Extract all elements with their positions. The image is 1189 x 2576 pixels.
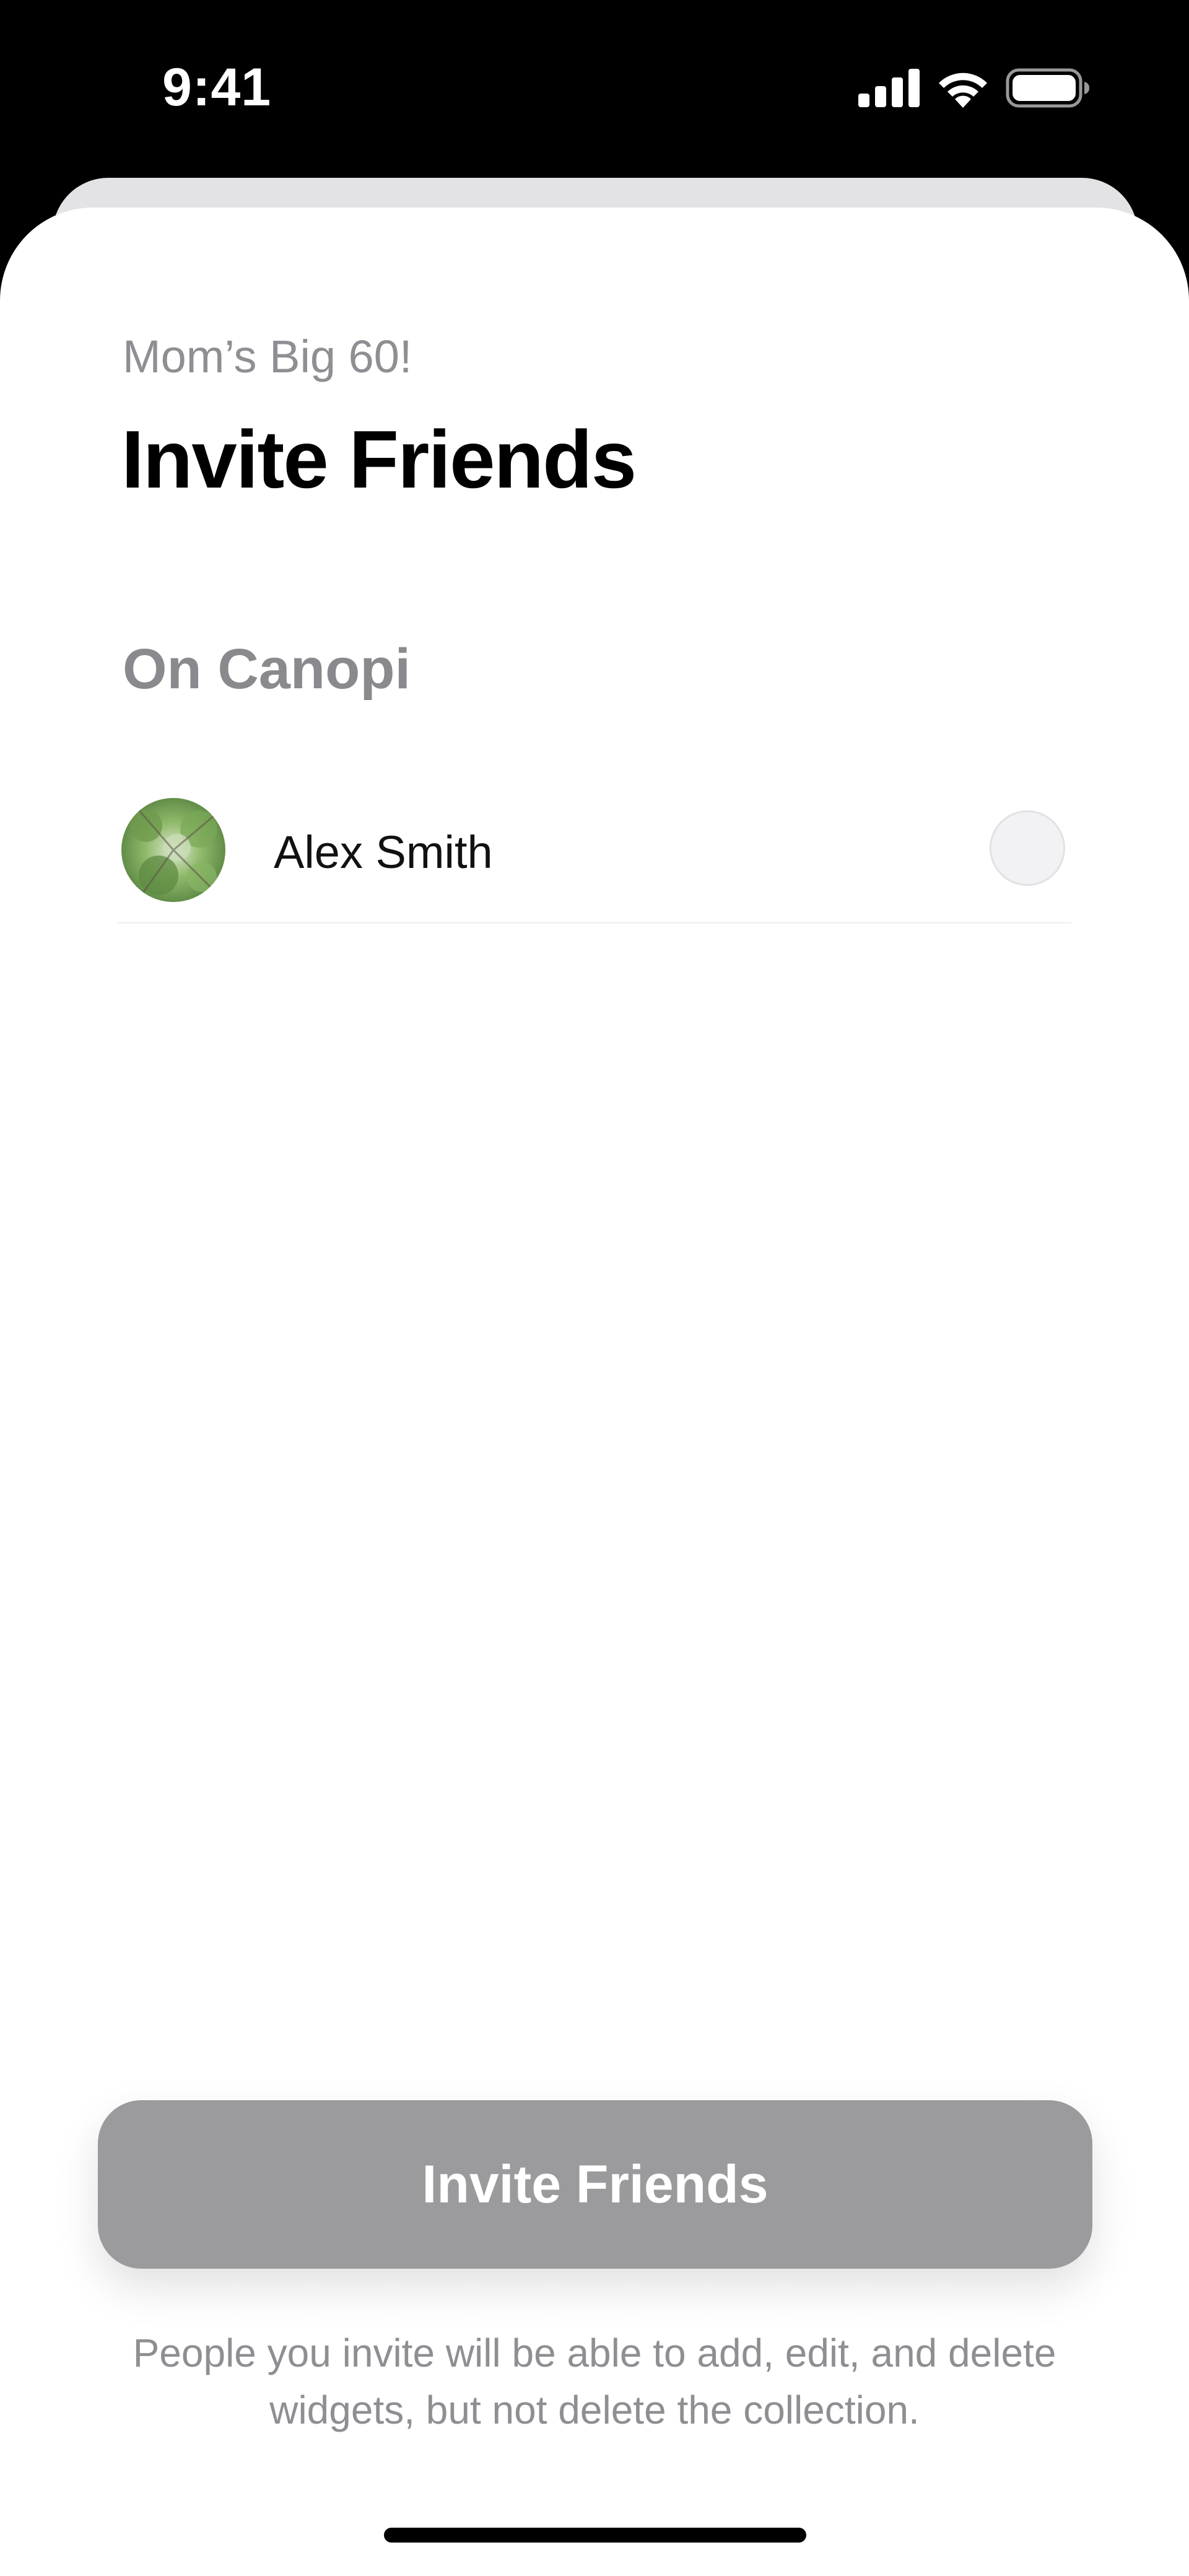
friend-row[interactable]: Alex Smith [118,786,1071,924]
invite-friends-button[interactable]: Invite Friends [98,2100,1092,2269]
home-indicator[interactable] [384,2528,806,2543]
status-icons [858,68,1090,108]
page-title: Invite Friends [121,414,637,505]
friend-name: Alex Smith [274,826,493,878]
status-time: 9:41 [162,58,272,117]
section-header-on-canopi: On Canopi [123,637,411,701]
wifi-icon [939,72,987,108]
cellular-signal-icon [858,69,920,107]
battery-icon [1006,68,1089,108]
invite-footnote: People you invite will be able to add, e… [133,2331,1056,2432]
select-friend-checkbox[interactable] [990,810,1065,886]
status-bar: 9:41 [0,0,1189,180]
collection-subtitle: Mom’s Big 60! [123,331,412,382]
avatar [121,798,225,902]
